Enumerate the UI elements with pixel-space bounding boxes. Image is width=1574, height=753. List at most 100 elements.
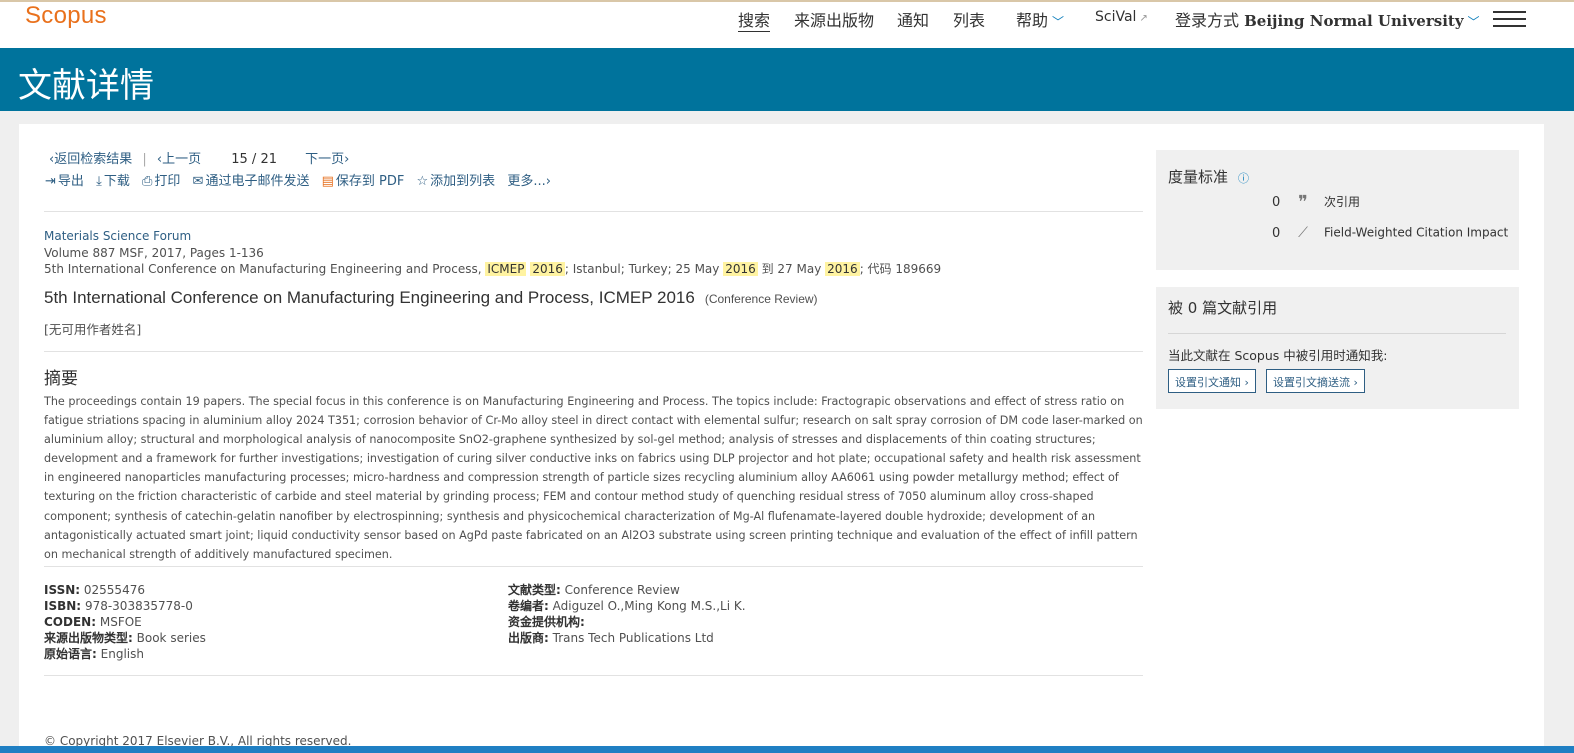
metrics-heading: 度量标准 ⓘ [1168, 166, 1249, 187]
meta-publisher: 出版商: Trans Tech Publications Ltd [508, 630, 746, 646]
nav-institution: Beijing Normal University [1244, 12, 1464, 30]
meta-value: Book series [136, 631, 206, 645]
nav-login-menu[interactable]: 登录方式 Beijing Normal University ﹀ [1175, 7, 1480, 31]
email-icon: ✉ [192, 174, 204, 189]
document-toolbar: ⇥ 导出 ⤓ 下载 ⎙ 打印 ✉ 通过电子邮件发送 ▤ 保存到 PDF ☆ 添加到列表 更多… [45, 170, 559, 189]
total-pages: 21 [260, 152, 277, 167]
print-button[interactable]: ⎙ 打印 [142, 170, 180, 189]
page-indicator: 15 / 21 [231, 152, 277, 167]
set-citation-alert-button[interactable]: 设置引文通知 › [1168, 369, 1256, 393]
fwci-metric[interactable]: 0 ⟋ Field-Weighted Citation Impact [1272, 225, 1508, 241]
meta-key: CODEN: [44, 615, 97, 629]
nav-help-label: 帮助 [1016, 11, 1049, 30]
metrics-panel: 度量标准 ⓘ 0 ❞ 次引用 0 ⟋ Field-Weighted Citation Im… [1156, 150, 1519, 270]
meta-funding: 资金提供机构: [508, 614, 746, 630]
divider [44, 211, 1143, 212]
nav-search-link[interactable]: 搜索 [738, 7, 771, 32]
back-to-results-link[interactable]: ‹返回检索结果 [49, 148, 132, 167]
document-type-tag: (Conference Review) [704, 292, 818, 306]
source-info: Materials Science Forum Volume 887 MSF, … [44, 228, 941, 278]
page-title: 文献详情 [18, 66, 154, 106]
back-label: 返回检索结果 [54, 152, 133, 167]
meta-value: 02555476 [83, 583, 145, 597]
meta-value: English [100, 647, 144, 661]
nav-lists-link[interactable]: 列表 [953, 7, 985, 31]
nav-login-prefix: 登录方式 [1175, 11, 1240, 30]
conf-code: ; 代码 189669 [859, 262, 942, 276]
print-label: 打印 [154, 174, 181, 189]
meta-key: 资金提供机构: [508, 615, 585, 629]
metrics-title: 度量标准 [1168, 168, 1229, 186]
meta-doc-type: 文献类型: Conference Review [508, 582, 746, 598]
more-menu[interactable]: 更多...› [507, 170, 551, 189]
pdf-icon: ▤ [321, 174, 334, 189]
abstract-text: The proceedings contain 19 papers. The s… [44, 395, 1143, 561]
metadata-left: ISSN: 02555476 ISBN: 978-303835778-0 COD… [44, 582, 206, 662]
prev-page-link[interactable]: ‹上一页 [157, 148, 201, 167]
info-icon[interactable]: ⓘ [1238, 172, 1249, 185]
meta-value: Trans Tech Publications Ltd [552, 631, 714, 645]
meta-source-type: 来源出版物类型: Book series [44, 630, 206, 646]
export-icon: ⇥ [45, 174, 56, 189]
citation-label: 次引用 [1324, 195, 1361, 209]
email-button[interactable]: ✉ 通过电子邮件发送 [193, 170, 310, 189]
conf-location: ; Istanbul; Turkey; 25 May [564, 262, 720, 276]
more-label: 更多... [507, 174, 546, 189]
meta-key: 卷编者: [508, 599, 549, 613]
highlight: 2016 [723, 262, 758, 276]
export-button[interactable]: ⇥ 导出 [45, 170, 84, 189]
citation-value: 0 [1272, 195, 1281, 210]
meta-issn: ISSN: 02555476 [44, 582, 206, 598]
download-button[interactable]: ⤓ 下载 [96, 170, 130, 189]
highlight: 2016 [825, 262, 860, 276]
meta-language: 原始语言: English [44, 646, 206, 662]
divider [44, 566, 1143, 567]
meta-key: 文献类型: [508, 583, 561, 597]
journal-link[interactable]: Materials Science Forum [44, 228, 941, 245]
save-pdf-button[interactable]: ▤ 保存到 PDF [322, 170, 405, 189]
current-page: 15 [231, 152, 248, 167]
citation-count[interactable]: 0 ❞ 次引用 [1272, 192, 1360, 213]
top-navbar: Scopus 搜索 来源出版物 通知 列表 帮助 ﹀ SciVal ↗ 登录方式 B… [0, 0, 1574, 48]
next-label: 下一页 [305, 152, 345, 167]
add-to-list-button[interactable]: ☆ 添加到列表 [417, 170, 496, 189]
star-icon: ☆ [416, 174, 429, 189]
add-to-list-label: 添加到列表 [430, 174, 496, 189]
chevron-down-icon: ﹀ [1467, 15, 1480, 29]
set-citation-feed-button[interactable]: 设置引文摘送流 › [1266, 369, 1365, 393]
notify-text: 当此文献在 Scopus 中被引用时通知我: [1168, 348, 1388, 363]
email-label: 通过电子邮件发送 [205, 174, 310, 189]
title-text: 5th International Conference on Manufact… [44, 288, 695, 307]
nav-scival-link[interactable]: SciVal ↗ [1095, 9, 1148, 25]
nav-alerts-link[interactable]: 通知 [897, 7, 929, 31]
chevron-right-icon: › [344, 152, 350, 167]
nav-help-menu[interactable]: 帮助 ﹀ [1016, 7, 1064, 31]
hamburger-menu-icon[interactable] [1493, 11, 1526, 27]
nav-sources-link[interactable]: 来源出版物 [794, 7, 874, 31]
conf-to: 到 27 May [761, 262, 822, 276]
prev-label: 上一页 [162, 152, 202, 167]
meta-isbn: ISBN: 978-303835778-0 [44, 598, 206, 614]
conf-prefix: 5th International Conference on Manufact… [44, 262, 482, 276]
meta-value: MSFOE [99, 615, 142, 629]
divider [44, 351, 1143, 352]
abstract-heading: 摘要 [44, 369, 78, 389]
meta-key: ISBN: [44, 599, 82, 613]
chevron-down-icon: ﹀ [1052, 15, 1065, 29]
download-icon: ⤓ [96, 174, 102, 189]
meta-value: Conference Review [564, 583, 680, 597]
nav-scival-label: SciVal [1095, 9, 1137, 25]
next-page-link[interactable]: 下一页› [305, 148, 349, 167]
author-list: [无可用作者姓名] [44, 322, 142, 337]
conference-info: 5th International Conference on Manufact… [44, 261, 941, 278]
external-link-icon: ↗ [1139, 13, 1148, 24]
quote-icon: ❞ [1298, 192, 1308, 213]
highlight: 2016 [530, 262, 565, 276]
result-pager: ‹返回检索结果 | ‹上一页 15 / 21 下一页› [49, 148, 349, 167]
chevron-right-icon: › [545, 174, 551, 189]
fwci-value: 0 [1272, 225, 1281, 241]
cited-by-panel: 被 0 篇文献引用 当此文献在 Scopus 中被引用时通知我: 设置引文通知 … [1156, 287, 1519, 409]
divider [1168, 333, 1506, 334]
metadata-right: 文献类型: Conference Review 卷编者: Adiguzel O.… [508, 582, 746, 646]
meta-coden: CODEN: MSFOE [44, 614, 206, 630]
